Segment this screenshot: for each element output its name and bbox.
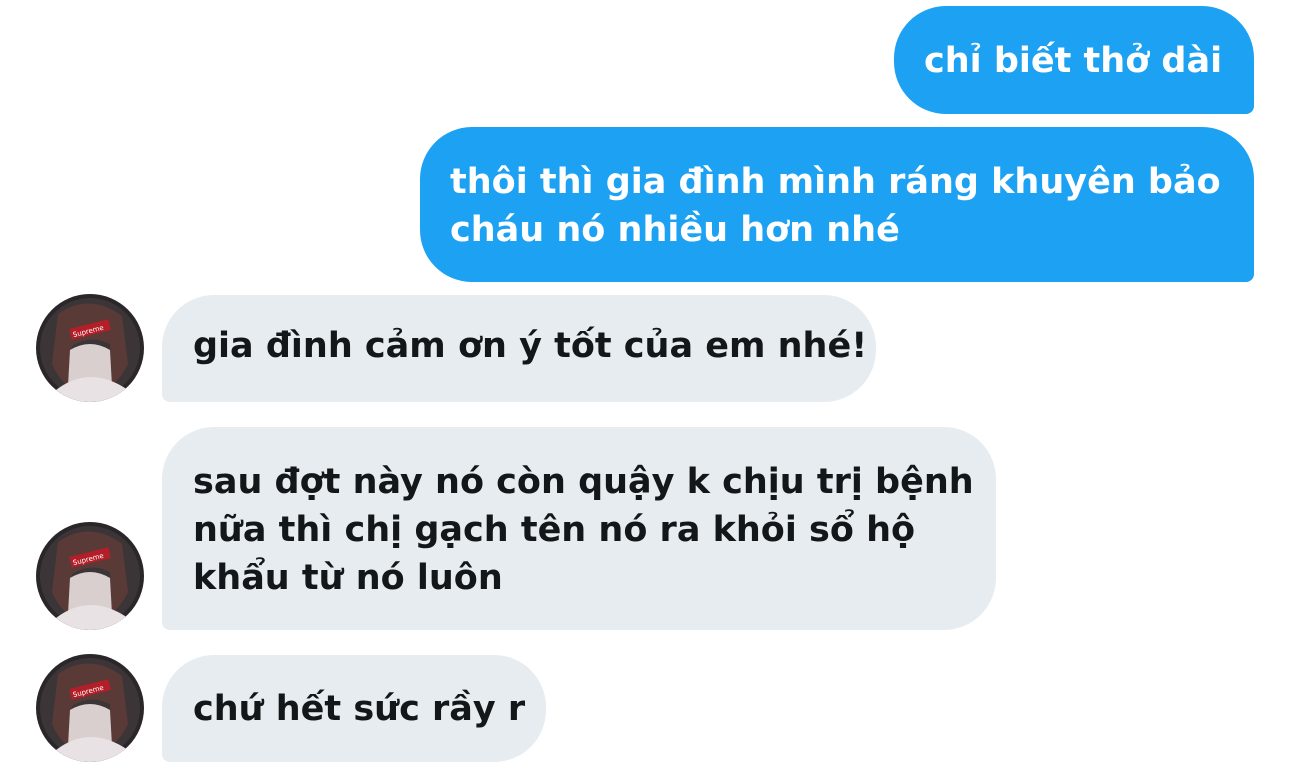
received-message-bubble[interactable]: gia đình cảm ơn ý tốt của em nhé! xyxy=(162,295,876,402)
sent-message-bubble[interactable]: thôi thì gia đình mình ráng khuyên bảo c… xyxy=(420,127,1254,282)
message-text: chứ hết sức rầy r xyxy=(193,689,526,729)
message-text: nữa thì chị gạch tên nó ra khỏi sổ hộ xyxy=(193,510,916,550)
user-avatar-icon: Supreme xyxy=(36,522,144,630)
sender-avatar[interactable]: Supreme xyxy=(36,654,144,762)
user-avatar-icon: Supreme xyxy=(36,654,144,762)
message-text: gia đình cảm ơn ý tốt của em nhé! xyxy=(193,326,868,366)
message-text: khẩu từ nó luôn xyxy=(193,558,503,598)
message-text: sau đợt này nó còn quậy k chịu trị bệnh xyxy=(193,462,974,502)
sent-message-bubble[interactable]: chỉ biết thở dài xyxy=(894,6,1254,114)
sender-avatar[interactable]: Supreme xyxy=(36,522,144,630)
message-text: chỉ biết thở dài xyxy=(924,41,1223,81)
received-message-bubble[interactable]: chứ hết sức rầy r xyxy=(162,655,546,762)
message-text: cháu nó nhiều hơn nhé xyxy=(450,210,900,250)
message-text: thôi thì gia đình mình ráng khuyên bảo xyxy=(450,162,1221,202)
sender-avatar[interactable]: Supreme xyxy=(36,294,144,402)
received-message-bubble[interactable]: sau đợt này nó còn quậy k chịu trị bệnh … xyxy=(162,427,996,630)
user-avatar-icon: Supreme xyxy=(36,294,144,402)
